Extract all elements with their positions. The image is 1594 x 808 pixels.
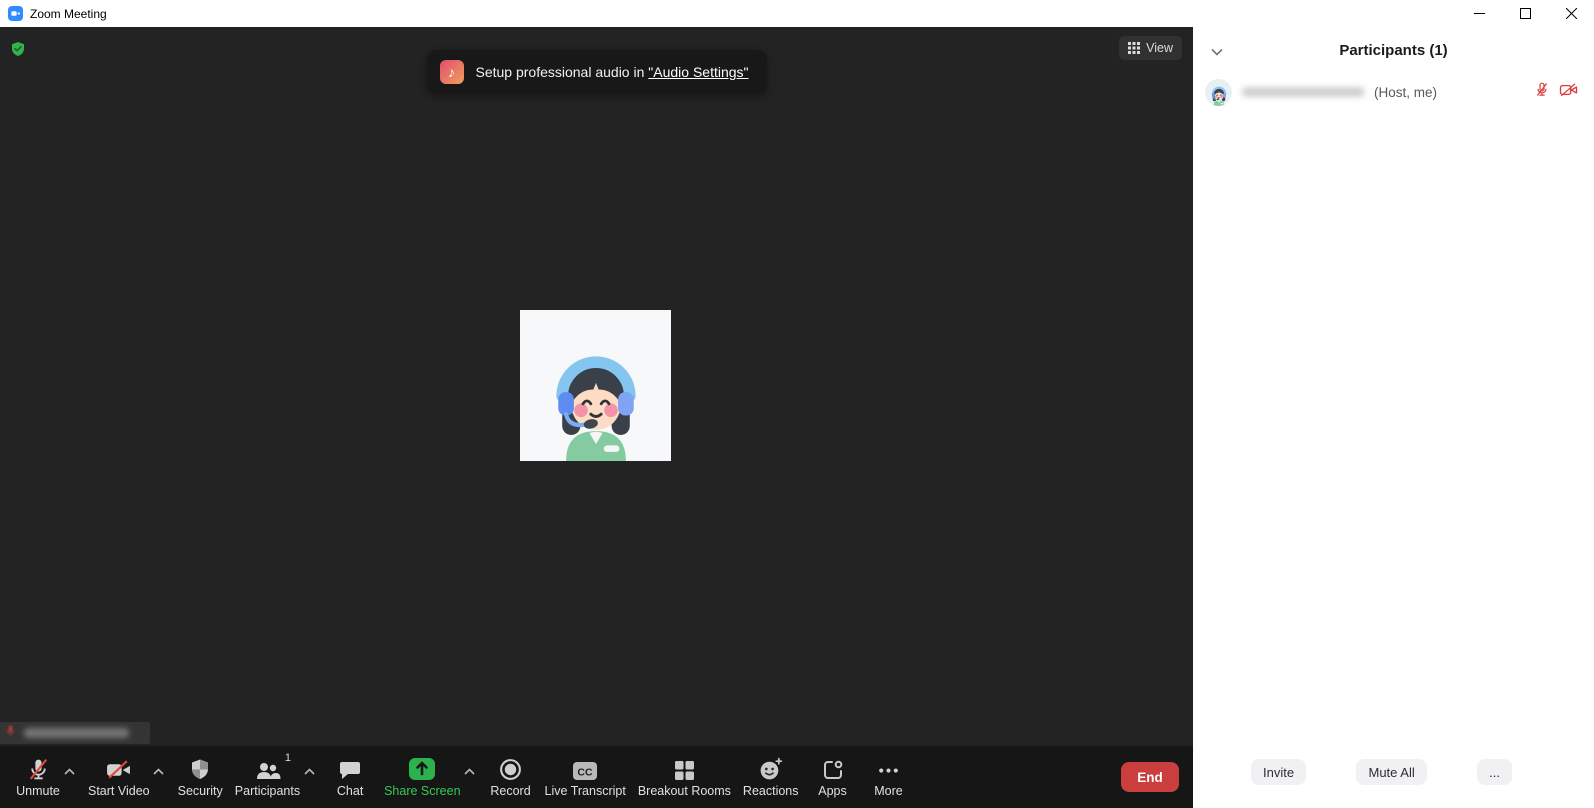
view-button[interactable]: View [1119,36,1182,60]
meeting-stage: View ♪ Setup professional audio in "Audi… [0,27,1193,746]
svg-text:CC: CC [578,767,594,779]
reactions-label: Reactions [742,784,799,798]
participants-panel-title: Participants (1) [1339,41,1448,59]
unmute-label: Unmute [16,784,60,798]
chevron-up-icon[interactable] [60,751,78,791]
start-video-label: Start Video [88,784,150,798]
avatar [531,331,661,461]
apps-button[interactable]: Apps [811,756,855,798]
people-icon: 1 [254,752,291,782]
security-button[interactable]: Security [178,756,223,798]
record-icon [498,756,523,782]
end-meeting-button[interactable]: End [1121,762,1179,792]
participants-panel-header: Participants (1) [1193,27,1594,73]
microphone-muted-red-icon [4,724,17,742]
participants-panel: Participants (1) (Host, me) Invite Mute … [1193,27,1594,808]
participants-list-area [1193,111,1594,758]
grid-2x2-icon [673,756,696,782]
audio-settings-link[interactable]: "Audio Settings" [648,64,748,80]
share-screen-button[interactable]: Share Screen [384,756,461,798]
apps-label: Apps [818,784,847,798]
apps-icon [821,756,845,782]
chat-button[interactable]: Chat [328,756,372,798]
redacted-participant-name [24,728,129,738]
host-suffix-label: (Host, me) [1374,84,1438,100]
mute-all-button[interactable]: Mute All [1356,759,1427,785]
ellipsis-icon [876,756,901,782]
microphone-muted-red-icon [1534,81,1550,103]
grid-3x3-icon [1128,42,1141,54]
cc-icon: CC [572,756,598,782]
music-note-icon: ♪ [439,60,464,84]
zoom-meeting-window: Zoom Meeting View ♪ Setup professional a… [0,0,1594,808]
participant-video-tile [520,310,671,461]
panel-more-button[interactable]: ... [1477,759,1512,785]
start-video-button[interactable]: Start Video [88,756,150,798]
participants-button[interactable]: 1 Participants [234,752,301,798]
participant-nameplate [0,722,150,744]
reactions-button[interactable]: Reactions [743,756,799,798]
zoom-app-icon [8,6,23,21]
microphone-muted-icon [26,756,51,782]
record-button[interactable]: Record [489,756,533,798]
participant-avatar [1205,78,1232,106]
minimize-icon[interactable] [1456,0,1502,27]
breakout-rooms-button[interactable]: Breakout Rooms [638,756,731,798]
redacted-participant-name [1242,87,1364,97]
participant-row[interactable]: (Host, me) [1193,73,1594,111]
camera-off-icon [105,756,132,782]
toast-text: Setup professional audio in "Audio Setti… [475,64,749,80]
chat-label: Chat [336,784,364,798]
more-label: More [874,784,903,798]
titlebar: Zoom Meeting [0,0,1594,27]
live-transcript-button[interactable]: CC Live Transcript [545,756,626,798]
more-button[interactable]: More [867,756,911,798]
maximize-icon[interactable] [1502,0,1548,27]
unmute-button[interactable]: Unmute [16,756,60,798]
chevron-up-icon[interactable] [300,751,318,791]
window-title: Zoom Meeting [30,6,107,21]
participants-count-badge: 1 [284,752,291,764]
audio-settings-toast: ♪ Setup professional audio in "Audio Set… [426,50,767,94]
live-transcript-label: Live Transcript [544,784,626,798]
chevron-up-icon[interactable] [150,751,168,791]
camera-off-red-icon [1559,82,1578,103]
view-button-label: View [1146,41,1173,55]
breakout-rooms-label: Breakout Rooms [637,784,731,798]
security-label: Security [177,784,223,798]
participants-panel-footer: Invite Mute All ... [1193,758,1594,808]
shield-check-icon [10,41,26,62]
chevron-down-icon[interactable] [1211,43,1223,61]
shield-icon [188,756,212,782]
smiley-plus-icon [758,756,783,782]
chat-bubble-icon [338,756,362,782]
chevron-up-icon[interactable] [461,751,479,791]
invite-button[interactable]: Invite [1251,759,1307,785]
meeting-toolbar: Unmute Start Video Security 1 Participan… [0,746,1193,808]
record-label: Record [490,784,531,798]
close-icon[interactable] [1548,0,1594,27]
participants-label: Participants [234,784,301,798]
share-screen-icon [407,756,437,782]
share-screen-label: Share Screen [384,784,461,798]
